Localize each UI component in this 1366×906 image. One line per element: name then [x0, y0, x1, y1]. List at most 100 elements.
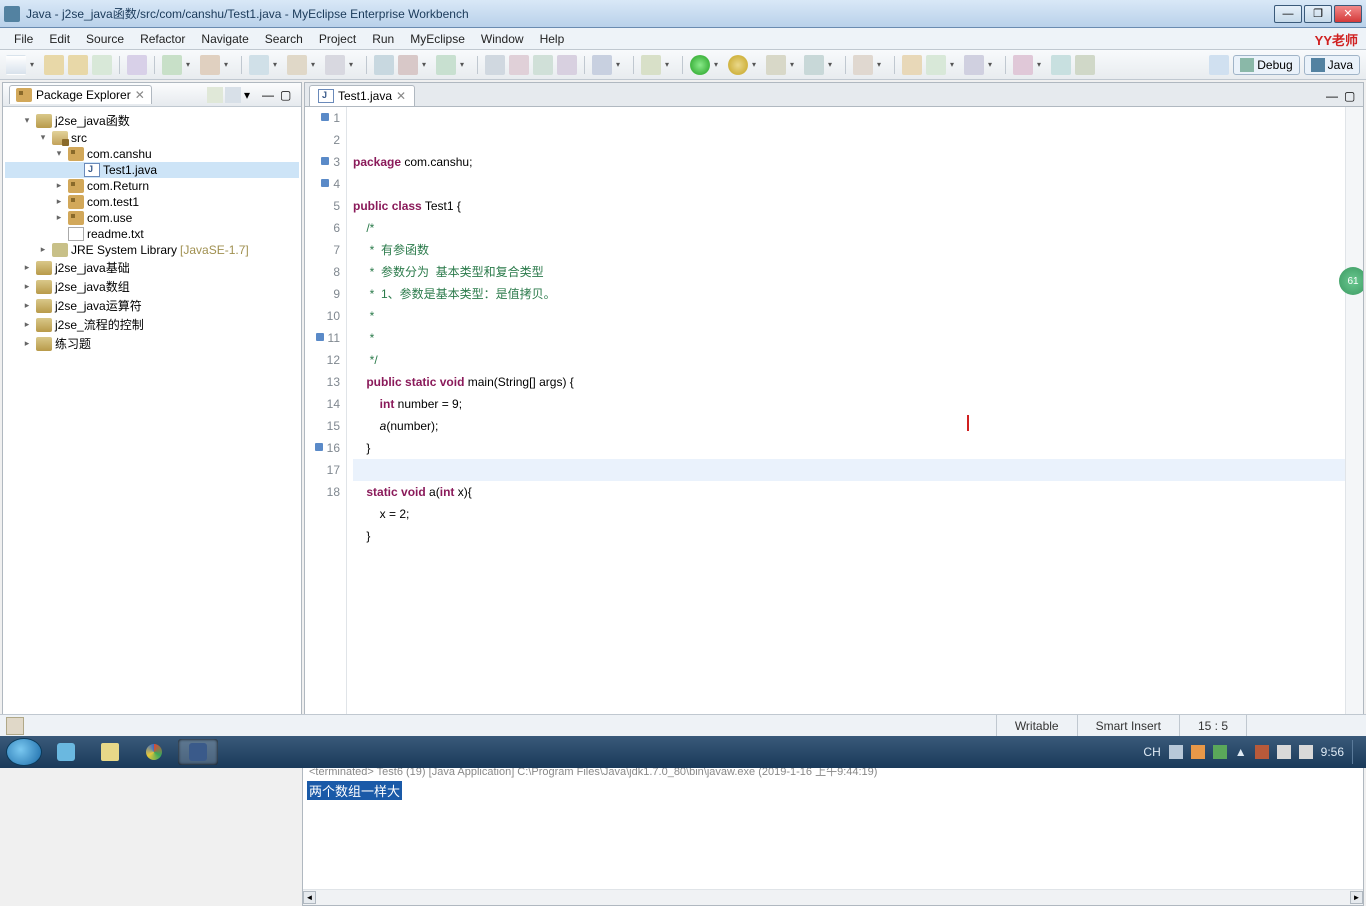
- tree-twisty-icon[interactable]: ▸: [37, 244, 49, 256]
- run-button[interactable]: [690, 55, 710, 75]
- tree-node[interactable]: Test1.java: [5, 162, 299, 178]
- line-number[interactable]: 11: [305, 327, 340, 349]
- tree-node[interactable]: ▸com.use: [5, 210, 299, 226]
- maximize-editor-button[interactable]: ▢: [1343, 88, 1359, 104]
- tree-twisty-icon[interactable]: ▸: [21, 281, 33, 293]
- collapse-all-button[interactable]: [207, 87, 223, 103]
- minimize-editor-button[interactable]: —: [1325, 88, 1341, 104]
- dropdown-icon[interactable]: ▾: [349, 60, 359, 69]
- minimize-view-button[interactable]: —: [261, 87, 277, 103]
- tree-twisty-icon[interactable]: ▸: [21, 262, 33, 274]
- tool-button[interactable]: [641, 55, 661, 75]
- menu-file[interactable]: File: [6, 30, 41, 48]
- tool-button[interactable]: [853, 55, 873, 75]
- maximize-view-button[interactable]: ▢: [279, 87, 295, 103]
- line-number-gutter[interactable]: 123456789101112131415161718: [305, 107, 347, 717]
- tree-node[interactable]: ▸com.Return: [5, 178, 299, 194]
- tool-button[interactable]: [485, 55, 505, 75]
- tree-node[interactable]: ▸j2se_java运算符: [5, 296, 299, 315]
- debug-button[interactable]: [728, 55, 748, 75]
- close-icon[interactable]: ✕: [396, 89, 406, 103]
- line-number[interactable]: 5: [305, 195, 340, 217]
- tool-button[interactable]: [287, 55, 307, 75]
- menu-edit[interactable]: Edit: [41, 30, 78, 48]
- dropdown-icon[interactable]: ▾: [665, 60, 675, 69]
- taskbar-explorer[interactable]: [90, 739, 130, 765]
- line-number[interactable]: 1: [305, 107, 340, 129]
- menu-navigate[interactable]: Navigate: [193, 30, 256, 48]
- dropdown-icon[interactable]: ▾: [828, 60, 838, 69]
- line-number[interactable]: 3: [305, 151, 340, 173]
- line-number[interactable]: 16: [305, 437, 340, 459]
- tool-button[interactable]: [533, 55, 553, 75]
- run-dropdown-icon[interactable]: ▾: [714, 60, 724, 69]
- new-button[interactable]: [6, 55, 26, 75]
- dropdown-icon[interactable]: ▾: [273, 60, 283, 69]
- code-line[interactable]: * 参数分为 基本类型和复合类型: [353, 261, 1345, 283]
- tool-button[interactable]: [592, 55, 612, 75]
- line-number[interactable]: 15: [305, 415, 340, 437]
- code-line[interactable]: /*: [353, 217, 1345, 239]
- dropdown-icon[interactable]: ▾: [950, 60, 960, 69]
- code-line[interactable]: int number = 9;: [353, 393, 1345, 415]
- save-button[interactable]: [44, 55, 64, 75]
- line-number[interactable]: 9: [305, 283, 340, 305]
- tree-twisty-icon[interactable]: [69, 164, 81, 176]
- code-coverage-badge[interactable]: 61: [1339, 267, 1364, 295]
- dropdown-icon[interactable]: ▾: [311, 60, 321, 69]
- tool-button[interactable]: [200, 55, 220, 75]
- tool-button[interactable]: [1075, 55, 1095, 75]
- editor-body[interactable]: 123456789101112131415161718 package com.…: [304, 106, 1364, 718]
- dropdown-icon[interactable]: ▾: [186, 60, 196, 69]
- tree-twisty-icon[interactable]: [53, 228, 65, 240]
- tool-button[interactable]: [1013, 55, 1033, 75]
- package-tree[interactable]: ▾j2se_java函数▾src▾com.canshuTest1.java▸co…: [3, 107, 301, 733]
- tool-button[interactable]: [374, 55, 394, 75]
- code-content[interactable]: package com.canshu; public class Test1 {…: [347, 107, 1345, 717]
- console-horizontal-scrollbar[interactable]: ◄ ►: [303, 889, 1363, 905]
- code-line[interactable]: package com.canshu;: [353, 151, 1345, 173]
- line-number[interactable]: 4: [305, 173, 340, 195]
- tree-twisty-icon[interactable]: ▾: [53, 148, 65, 160]
- code-line[interactable]: static void a(int x){: [353, 481, 1345, 503]
- code-line[interactable]: */: [353, 349, 1345, 371]
- code-line[interactable]: [353, 459, 1345, 481]
- scroll-right-icon[interactable]: ►: [1350, 891, 1363, 904]
- tool-button[interactable]: [926, 55, 946, 75]
- dropdown-icon[interactable]: ▾: [1037, 60, 1047, 69]
- save-all-button[interactable]: [68, 55, 88, 75]
- tree-twisty-icon[interactable]: ▾: [37, 132, 49, 144]
- open-type-button[interactable]: [162, 55, 182, 75]
- tool-button[interactable]: [398, 55, 418, 75]
- tray-icon[interactable]: [1255, 745, 1269, 759]
- tree-node[interactable]: ▸j2se_java基础: [5, 258, 299, 277]
- ime-indicator[interactable]: CH: [1143, 745, 1160, 759]
- tool-button[interactable]: [557, 55, 577, 75]
- code-line[interactable]: public static void main(String[] args) {: [353, 371, 1345, 393]
- tree-node[interactable]: ▸练习题: [5, 334, 299, 353]
- overview-ruler[interactable]: 61: [1345, 107, 1363, 717]
- tool-button[interactable]: [804, 55, 824, 75]
- build-button[interactable]: [127, 55, 147, 75]
- menu-source[interactable]: Source: [78, 30, 132, 48]
- tool-button[interactable]: [964, 55, 984, 75]
- code-line[interactable]: x = 2;: [353, 503, 1345, 525]
- line-number[interactable]: 13: [305, 371, 340, 393]
- taskbar-chrome[interactable]: [134, 739, 174, 765]
- code-line[interactable]: public class Test1 {: [353, 195, 1345, 217]
- tree-node[interactable]: ▾j2se_java函数: [5, 111, 299, 130]
- maximize-button[interactable]: ❐: [1304, 5, 1332, 23]
- menu-run[interactable]: Run: [364, 30, 402, 48]
- line-number[interactable]: 10: [305, 305, 340, 327]
- code-line[interactable]: }: [353, 437, 1345, 459]
- link-editor-button[interactable]: [225, 87, 241, 103]
- tray-icon[interactable]: [1169, 745, 1183, 759]
- tree-node[interactable]: readme.txt: [5, 226, 299, 242]
- volume-icon[interactable]: [1299, 745, 1313, 759]
- tool-button[interactable]: [509, 55, 529, 75]
- clock[interactable]: 9:56: [1321, 745, 1344, 759]
- tree-node[interactable]: ▸j2se_流程的控制: [5, 315, 299, 334]
- code-line[interactable]: }: [353, 525, 1345, 547]
- menu-refactor[interactable]: Refactor: [132, 30, 193, 48]
- tool-button[interactable]: [1051, 55, 1071, 75]
